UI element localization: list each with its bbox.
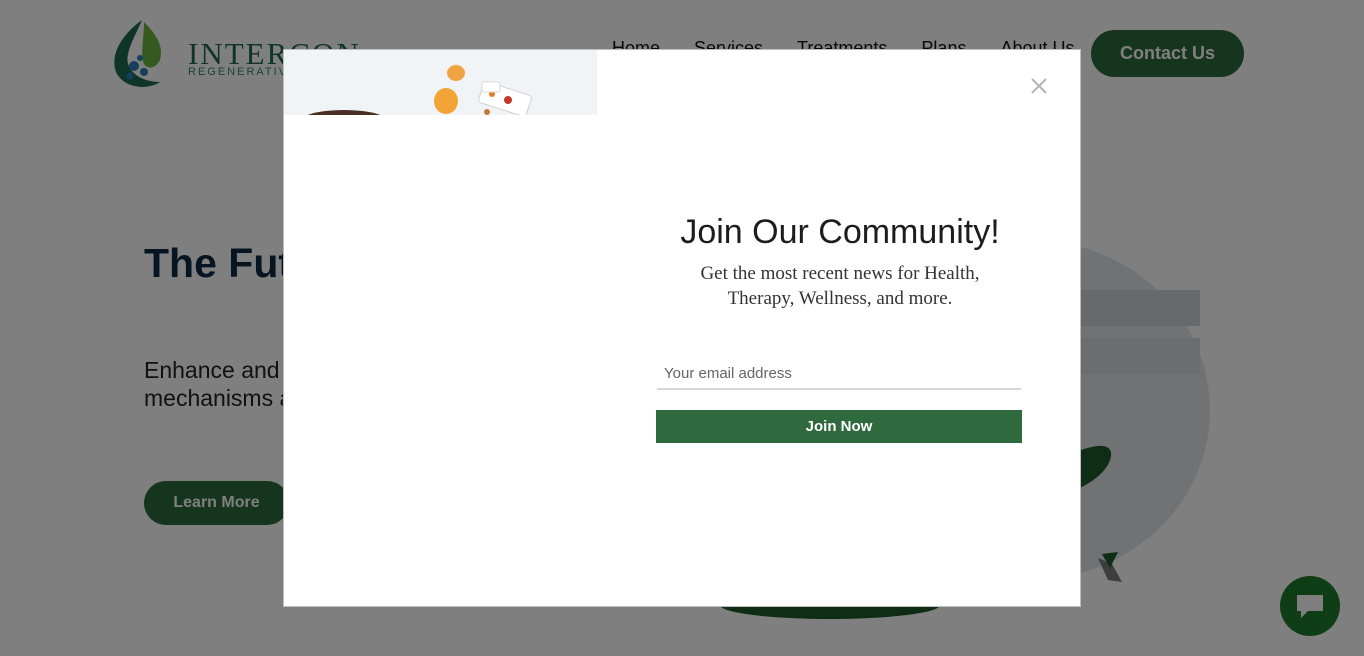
newsletter-modal: Join Our Community! Get the most recent … xyxy=(283,49,1081,607)
modal-title: Join Our Community! xyxy=(680,213,1000,251)
join-now-button[interactable]: Join Now xyxy=(656,410,1022,443)
product-photo xyxy=(284,50,597,115)
modal-subtitle: Get the most recent news for Health, The… xyxy=(700,263,980,309)
page: INTERCON REGENERATIVE Home Services Trea… xyxy=(0,0,1364,656)
modal-product-image xyxy=(284,50,597,115)
email-input[interactable] xyxy=(657,358,1021,390)
close-icon[interactable] xyxy=(1029,76,1049,96)
